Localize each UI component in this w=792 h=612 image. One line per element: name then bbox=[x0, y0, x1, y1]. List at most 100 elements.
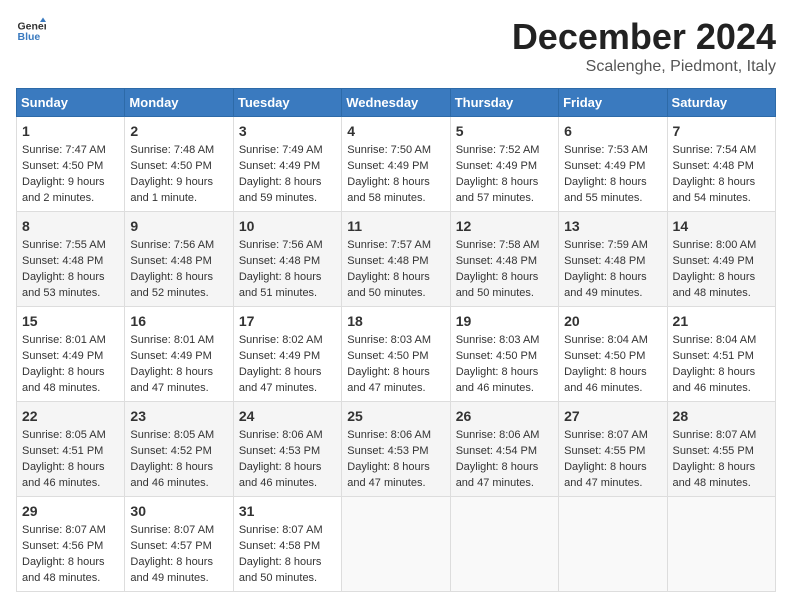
calendar-cell: 28 Sunrise: 8:07 AM Sunset: 4:55 PM Dayl… bbox=[667, 402, 775, 497]
week-row-5: 29 Sunrise: 8:07 AM Sunset: 4:56 PM Dayl… bbox=[17, 497, 776, 592]
sunset-text: Sunset: 4:50 PM bbox=[456, 350, 537, 362]
sunset-text: Sunset: 4:53 PM bbox=[347, 445, 428, 457]
calendar-cell bbox=[342, 497, 450, 592]
sunrise-text: Sunrise: 8:07 AM bbox=[564, 429, 648, 441]
day-number: 13 bbox=[564, 216, 661, 236]
daylight-text: Daylight: 8 hours and 51 minutes. bbox=[239, 271, 322, 299]
calendar-cell: 23 Sunrise: 8:05 AM Sunset: 4:52 PM Dayl… bbox=[125, 402, 233, 497]
sunset-text: Sunset: 4:54 PM bbox=[456, 445, 537, 457]
sunrise-text: Sunrise: 8:00 AM bbox=[673, 239, 757, 251]
daylight-text: Daylight: 8 hours and 54 minutes. bbox=[673, 176, 756, 204]
calendar-cell: 16 Sunrise: 8:01 AM Sunset: 4:49 PM Dayl… bbox=[125, 307, 233, 402]
daylight-text: Daylight: 8 hours and 46 minutes. bbox=[239, 461, 322, 489]
sunset-text: Sunset: 4:48 PM bbox=[130, 255, 211, 267]
week-row-4: 22 Sunrise: 8:05 AM Sunset: 4:51 PM Dayl… bbox=[17, 402, 776, 497]
calendar-cell: 2 Sunrise: 7:48 AM Sunset: 4:50 PM Dayli… bbox=[125, 117, 233, 212]
daylight-text: Daylight: 8 hours and 47 minutes. bbox=[347, 366, 430, 394]
day-number: 28 bbox=[673, 406, 770, 426]
sunset-text: Sunset: 4:49 PM bbox=[239, 160, 320, 172]
calendar-cell: 20 Sunrise: 8:04 AM Sunset: 4:50 PM Dayl… bbox=[559, 307, 667, 402]
calendar-cell bbox=[667, 497, 775, 592]
calendar-cell: 22 Sunrise: 8:05 AM Sunset: 4:51 PM Dayl… bbox=[17, 402, 125, 497]
daylight-text: Daylight: 8 hours and 53 minutes. bbox=[22, 271, 105, 299]
day-number: 17 bbox=[239, 311, 336, 331]
day-number: 2 bbox=[130, 121, 227, 141]
sunset-text: Sunset: 4:48 PM bbox=[673, 160, 754, 172]
daylight-text: Daylight: 8 hours and 46 minutes. bbox=[456, 366, 539, 394]
daylight-text: Daylight: 8 hours and 48 minutes. bbox=[22, 366, 105, 394]
sunset-text: Sunset: 4:49 PM bbox=[130, 350, 211, 362]
sunset-text: Sunset: 4:49 PM bbox=[673, 255, 754, 267]
sunset-text: Sunset: 4:48 PM bbox=[347, 255, 428, 267]
calendar-cell: 21 Sunrise: 8:04 AM Sunset: 4:51 PM Dayl… bbox=[667, 307, 775, 402]
sunrise-text: Sunrise: 7:47 AM bbox=[22, 144, 106, 156]
sunrise-text: Sunrise: 7:50 AM bbox=[347, 144, 431, 156]
calendar-cell: 3 Sunrise: 7:49 AM Sunset: 4:49 PM Dayli… bbox=[233, 117, 341, 212]
day-number: 9 bbox=[130, 216, 227, 236]
day-number: 6 bbox=[564, 121, 661, 141]
sunset-text: Sunset: 4:48 PM bbox=[239, 255, 320, 267]
day-number: 4 bbox=[347, 121, 444, 141]
daylight-text: Daylight: 8 hours and 50 minutes. bbox=[347, 271, 430, 299]
sunset-text: Sunset: 4:53 PM bbox=[239, 445, 320, 457]
daylight-text: Daylight: 8 hours and 58 minutes. bbox=[347, 176, 430, 204]
calendar-cell: 10 Sunrise: 7:56 AM Sunset: 4:48 PM Dayl… bbox=[233, 212, 341, 307]
daylight-text: Daylight: 8 hours and 47 minutes. bbox=[130, 366, 213, 394]
calendar-table: SundayMondayTuesdayWednesdayThursdayFrid… bbox=[16, 88, 776, 592]
calendar-cell: 6 Sunrise: 7:53 AM Sunset: 4:49 PM Dayli… bbox=[559, 117, 667, 212]
day-number: 1 bbox=[22, 121, 119, 141]
sunrise-text: Sunrise: 7:57 AM bbox=[347, 239, 431, 251]
sunrise-text: Sunrise: 8:06 AM bbox=[347, 429, 431, 441]
calendar-cell: 13 Sunrise: 7:59 AM Sunset: 4:48 PM Dayl… bbox=[559, 212, 667, 307]
daylight-text: Daylight: 8 hours and 49 minutes. bbox=[130, 556, 213, 584]
calendar-cell: 25 Sunrise: 8:06 AM Sunset: 4:53 PM Dayl… bbox=[342, 402, 450, 497]
sunset-text: Sunset: 4:50 PM bbox=[347, 350, 428, 362]
daylight-text: Daylight: 8 hours and 52 minutes. bbox=[130, 271, 213, 299]
calendar-cell bbox=[450, 497, 558, 592]
sunrise-text: Sunrise: 8:06 AM bbox=[239, 429, 323, 441]
sunrise-text: Sunrise: 7:54 AM bbox=[673, 144, 757, 156]
sunrise-text: Sunrise: 7:58 AM bbox=[456, 239, 540, 251]
week-row-2: 8 Sunrise: 7:55 AM Sunset: 4:48 PM Dayli… bbox=[17, 212, 776, 307]
sunset-text: Sunset: 4:55 PM bbox=[564, 445, 645, 457]
day-number: 3 bbox=[239, 121, 336, 141]
logo-icon: General Blue bbox=[16, 16, 46, 46]
sunrise-text: Sunrise: 7:56 AM bbox=[130, 239, 214, 251]
sunset-text: Sunset: 4:57 PM bbox=[130, 540, 211, 552]
calendar-cell: 26 Sunrise: 8:06 AM Sunset: 4:54 PM Dayl… bbox=[450, 402, 558, 497]
daylight-text: Daylight: 8 hours and 47 minutes. bbox=[456, 461, 539, 489]
sunrise-text: Sunrise: 8:04 AM bbox=[564, 334, 648, 346]
sunrise-text: Sunrise: 8:03 AM bbox=[456, 334, 540, 346]
calendar-cell: 17 Sunrise: 8:02 AM Sunset: 4:49 PM Dayl… bbox=[233, 307, 341, 402]
daylight-text: Daylight: 8 hours and 48 minutes. bbox=[673, 461, 756, 489]
sunset-text: Sunset: 4:48 PM bbox=[456, 255, 537, 267]
sunset-text: Sunset: 4:48 PM bbox=[564, 255, 645, 267]
calendar-cell: 29 Sunrise: 8:07 AM Sunset: 4:56 PM Dayl… bbox=[17, 497, 125, 592]
sunset-text: Sunset: 4:56 PM bbox=[22, 540, 103, 552]
calendar-cell: 7 Sunrise: 7:54 AM Sunset: 4:48 PM Dayli… bbox=[667, 117, 775, 212]
sunrise-text: Sunrise: 8:04 AM bbox=[673, 334, 757, 346]
calendar-cell: 14 Sunrise: 8:00 AM Sunset: 4:49 PM Dayl… bbox=[667, 212, 775, 307]
day-number: 20 bbox=[564, 311, 661, 331]
sunrise-text: Sunrise: 8:07 AM bbox=[239, 524, 323, 536]
calendar-cell: 9 Sunrise: 7:56 AM Sunset: 4:48 PM Dayli… bbox=[125, 212, 233, 307]
sunrise-text: Sunrise: 7:53 AM bbox=[564, 144, 648, 156]
calendar-cell: 24 Sunrise: 8:06 AM Sunset: 4:53 PM Dayl… bbox=[233, 402, 341, 497]
sunset-text: Sunset: 4:51 PM bbox=[22, 445, 103, 457]
day-number: 11 bbox=[347, 216, 444, 236]
week-row-1: 1 Sunrise: 7:47 AM Sunset: 4:50 PM Dayli… bbox=[17, 117, 776, 212]
sunset-text: Sunset: 4:49 PM bbox=[456, 160, 537, 172]
day-number: 31 bbox=[239, 501, 336, 521]
daylight-text: Daylight: 8 hours and 48 minutes. bbox=[22, 556, 105, 584]
day-number: 19 bbox=[456, 311, 553, 331]
sunset-text: Sunset: 4:51 PM bbox=[673, 350, 754, 362]
sunrise-text: Sunrise: 8:05 AM bbox=[22, 429, 106, 441]
sunrise-text: Sunrise: 7:56 AM bbox=[239, 239, 323, 251]
daylight-text: Daylight: 8 hours and 50 minutes. bbox=[239, 556, 322, 584]
calendar-cell: 12 Sunrise: 7:58 AM Sunset: 4:48 PM Dayl… bbox=[450, 212, 558, 307]
daylight-text: Daylight: 8 hours and 46 minutes. bbox=[22, 461, 105, 489]
daylight-text: Daylight: 9 hours and 2 minutes. bbox=[22, 176, 105, 204]
daylight-text: Daylight: 9 hours and 1 minute. bbox=[130, 176, 213, 204]
sunset-text: Sunset: 4:49 PM bbox=[22, 350, 103, 362]
day-header-thursday: Thursday bbox=[450, 89, 558, 117]
